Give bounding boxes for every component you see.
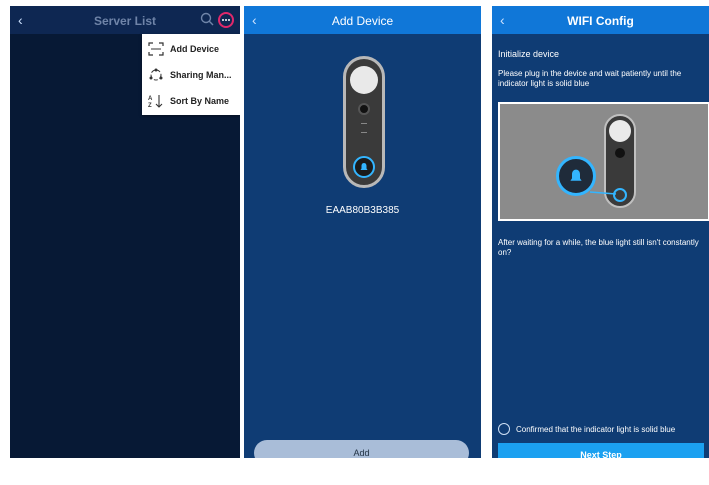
- hint-text[interactable]: After waiting for a while, the blue ligh…: [498, 238, 708, 258]
- menu-item-add-device[interactable]: Add Device: [142, 36, 240, 62]
- device-serial: EAAB80B3B385: [325, 205, 400, 216]
- dropdown-menu: Add Device Sharing Man... A Z Sort By Na…: [142, 34, 240, 115]
- confirm-label: Confirmed that the indicator light is so…: [516, 425, 676, 434]
- menu-item-sort-by-name[interactable]: A Z Sort By Name: [142, 88, 240, 114]
- bell-icon: [570, 169, 582, 181]
- bell-icon: [360, 163, 368, 170]
- add-device-title: Add Device: [331, 14, 394, 28]
- menu-item-label: Sharing Man...: [170, 70, 232, 80]
- more-icon[interactable]: [218, 12, 234, 28]
- share-icon: [149, 68, 163, 81]
- svg-text:Z: Z: [148, 103, 152, 108]
- search-icon[interactable]: [199, 11, 215, 27]
- initialize-heading: Initialize device: [498, 49, 560, 59]
- wifi-config-title: WIFI Config: [567, 14, 634, 28]
- menu-item-label: Add Device: [170, 44, 220, 54]
- server-list-screen: ‹ Server List Add Device Sharing Man...: [10, 6, 240, 458]
- next-step-button[interactable]: Next Step: [498, 443, 704, 458]
- add-device-screen: ‹ Add Device EAAB80B3B385 Add: [244, 6, 481, 458]
- instruction-text: Please plug in the device and wait patie…: [498, 69, 682, 88]
- doorbell-image: [343, 56, 385, 188]
- wifi-config-screen: ‹ WIFI Config Initialize device Please p…: [492, 6, 709, 458]
- server-list-header: ‹ Server List: [10, 6, 240, 34]
- sort-icon: A Z: [148, 95, 163, 108]
- menu-item-label: Sort By Name: [170, 96, 230, 106]
- svg-text:A: A: [148, 96, 153, 102]
- pointer-line: [589, 191, 617, 195]
- scan-icon: [148, 42, 164, 56]
- menu-item-sharing-management[interactable]: Sharing Man...: [142, 62, 240, 88]
- add-device-header: ‹ Add Device: [244, 6, 481, 34]
- add-button[interactable]: Add: [254, 440, 469, 458]
- indicator-illustration: [498, 102, 709, 221]
- wifi-config-header: ‹ WIFI Config: [492, 6, 709, 34]
- confirm-radio[interactable]: [498, 423, 510, 435]
